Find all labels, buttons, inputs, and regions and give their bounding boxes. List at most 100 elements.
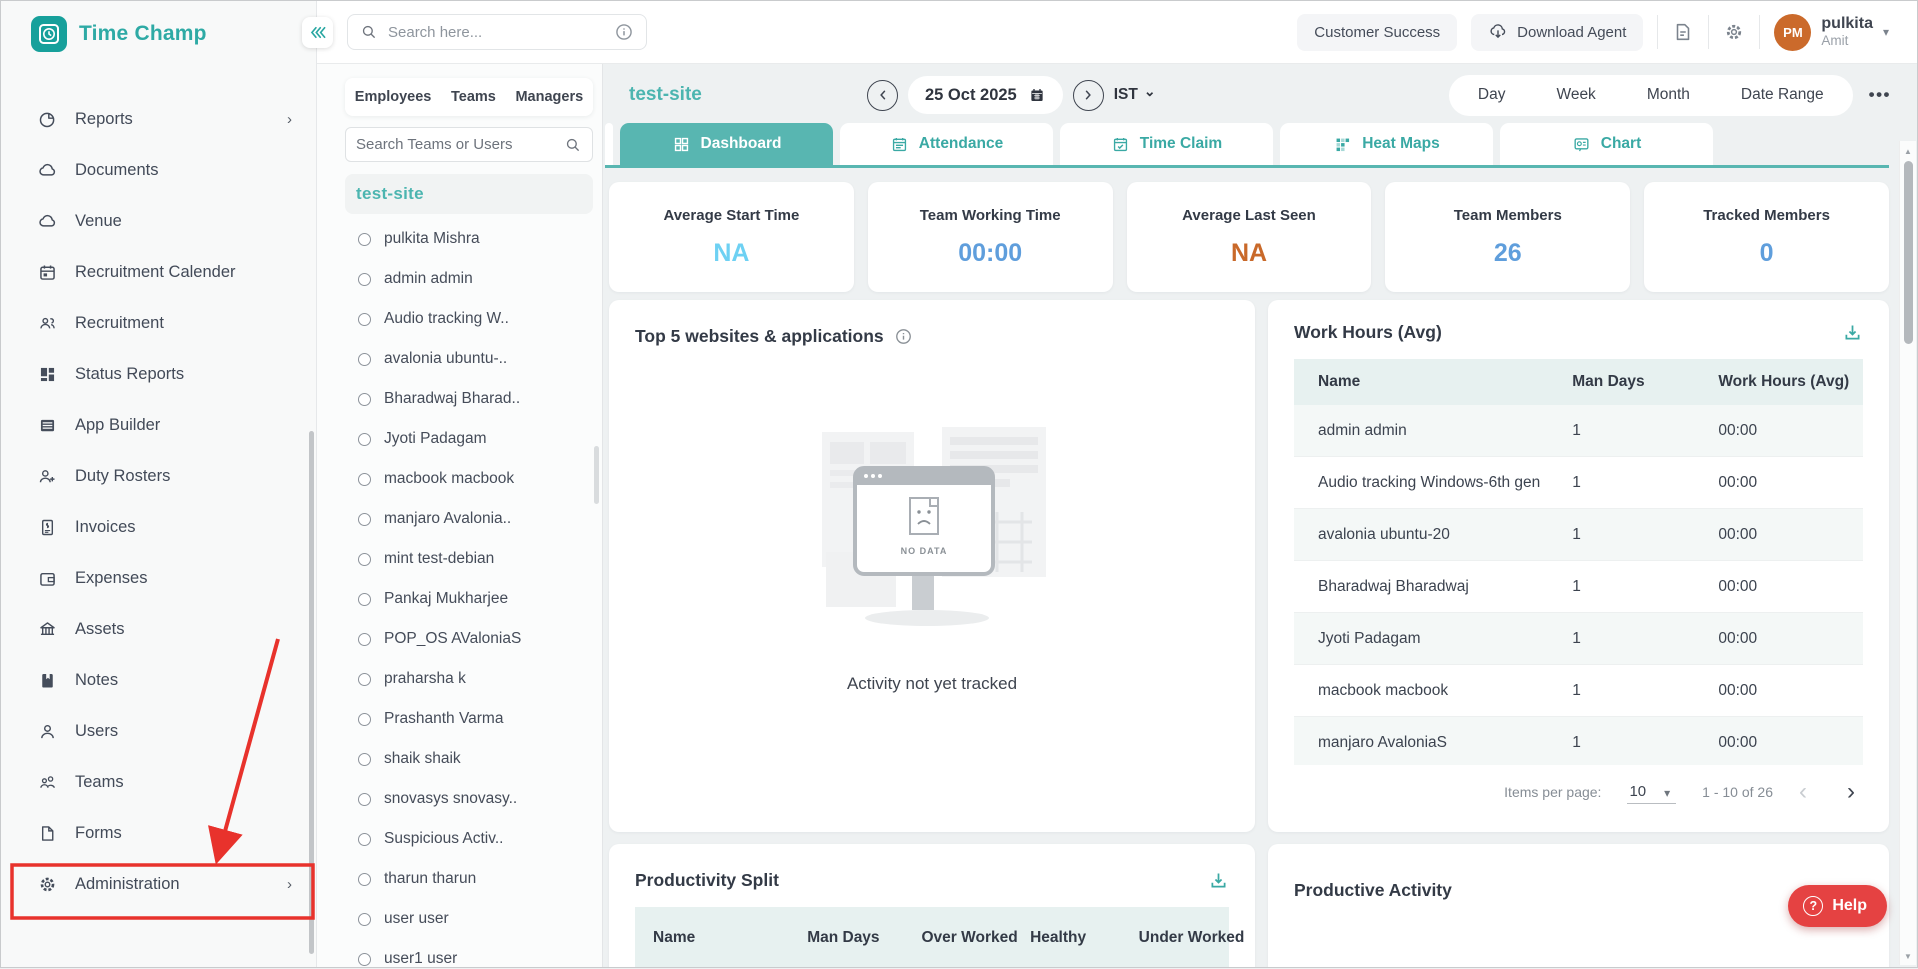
- more-options-button[interactable]: •••: [1869, 85, 1891, 105]
- radio-icon[interactable]: [358, 672, 371, 686]
- table-row[interactable]: avalonia ubuntu-20 1 00:00: [1294, 509, 1863, 561]
- sidebar-item[interactable]: Forms: [1, 808, 316, 859]
- range-tab[interactable]: Week: [1532, 78, 1619, 112]
- search-input[interactable]: [388, 23, 604, 41]
- customer-success-button[interactable]: Customer Success: [1297, 13, 1458, 51]
- table-row[interactable]: Audio tracking Windows-6th gen 1 00:00: [1294, 457, 1863, 509]
- sidebar-item[interactable]: Invoices: [1, 502, 316, 553]
- sidebar-item[interactable]: Recruitment Calender: [1, 247, 316, 298]
- table-row[interactable]: Jyoti Padagam 1 00:00: [1294, 613, 1863, 665]
- next-day-button[interactable]: [1072, 79, 1104, 111]
- employee-list-item[interactable]: Pankaj Mukharjee: [345, 579, 593, 619]
- scrollbar-thumb[interactable]: [1904, 161, 1913, 344]
- radio-icon[interactable]: [358, 352, 371, 366]
- radio-icon[interactable]: [358, 272, 371, 286]
- sidebar-item[interactable]: Documents: [1, 145, 316, 196]
- radio-icon[interactable]: [358, 872, 371, 886]
- employee-list-item[interactable]: Jyoti Padagam: [345, 419, 593, 459]
- table-row[interactable]: macbook macbook 1 00:00: [1294, 665, 1863, 717]
- employee-list-item[interactable]: admin admin: [345, 259, 593, 299]
- radio-icon[interactable]: [358, 432, 371, 446]
- documents-shortcut-button[interactable]: [1672, 21, 1694, 43]
- radio-icon[interactable]: [358, 552, 371, 566]
- items-per-page-select[interactable]: 10: [1627, 781, 1677, 804]
- employee-list-item[interactable]: macbook macbook: [345, 459, 593, 499]
- sidebar-item[interactable]: Assets: [1, 604, 316, 655]
- employee-list-item[interactable]: user user: [345, 899, 593, 939]
- radio-icon[interactable]: [358, 752, 371, 766]
- sidebar-item[interactable]: Expenses: [1, 553, 316, 604]
- previous-day-button[interactable]: [867, 79, 898, 111]
- team-group-header[interactable]: test-site: [345, 174, 593, 214]
- employee-list-item[interactable]: shaik shaik: [345, 739, 593, 779]
- table-row[interactable]: manjaro AvaloniaS 1 00:00: [1294, 717, 1863, 765]
- next-page-button[interactable]: ›: [1847, 780, 1855, 804]
- range-tab[interactable]: Date Range: [1717, 78, 1848, 112]
- sidebar-scrollbar[interactable]: [309, 431, 314, 954]
- view-tab[interactable]: Heat Maps: [1280, 123, 1493, 165]
- radio-icon[interactable]: [358, 912, 371, 926]
- radio-icon[interactable]: [358, 392, 371, 406]
- settings-button[interactable]: [1723, 21, 1745, 43]
- employee-list-item[interactable]: Suspicious Activ..: [345, 819, 593, 859]
- download-agent-button[interactable]: Download Agent: [1471, 13, 1644, 51]
- sidebar-item[interactable]: Reports: [1, 94, 316, 145]
- download-icon[interactable]: [1842, 322, 1863, 343]
- view-tab[interactable]: Chart: [1500, 123, 1713, 165]
- radio-icon[interactable]: [358, 232, 371, 246]
- employee-list-item[interactable]: Prashanth Varma: [345, 699, 593, 739]
- sidebar-item[interactable]: Venue: [1, 196, 316, 247]
- employee-list-item[interactable]: user1 user: [345, 939, 593, 967]
- help-button[interactable]: Help: [1788, 885, 1887, 927]
- employee-list-item[interactable]: pulkita Mishra: [345, 219, 593, 259]
- employee-list-item[interactable]: POP_OS AValoniaS: [345, 619, 593, 659]
- global-search[interactable]: [347, 14, 647, 50]
- radio-icon[interactable]: [358, 952, 371, 966]
- employee-list-item[interactable]: tharun tharun: [345, 859, 593, 899]
- employee-list-item[interactable]: praharsha k: [345, 659, 593, 699]
- panel-tab[interactable]: Employees: [355, 89, 432, 105]
- page-scrollbar[interactable]: [1899, 141, 1916, 965]
- app-logo[interactable]: Time Champ: [1, 1, 316, 52]
- previous-page-button[interactable]: ‹: [1799, 780, 1807, 804]
- panel-tab[interactable]: Managers: [515, 89, 583, 105]
- view-tab[interactable]: Attendance: [840, 123, 1053, 165]
- info-icon[interactable]: [894, 327, 913, 346]
- employee-list-item[interactable]: Bharadwaj Bharad..: [345, 379, 593, 419]
- download-icon[interactable]: [1208, 870, 1229, 891]
- view-tab[interactable]: Time Claim: [1060, 123, 1273, 165]
- radio-icon[interactable]: [358, 632, 371, 646]
- sidebar-item[interactable]: Notes: [1, 655, 316, 706]
- radio-icon[interactable]: [358, 472, 371, 486]
- sidebar-item[interactable]: Recruitment: [1, 298, 316, 349]
- range-tab[interactable]: Month: [1623, 78, 1714, 112]
- user-menu[interactable]: PM pulkita Amit: [1774, 13, 1889, 51]
- employee-list-item[interactable]: snovasys snovasy..: [345, 779, 593, 819]
- table-row[interactable]: Bharadwaj Bharadwaj 1 00:00: [1294, 561, 1863, 613]
- sidebar-item[interactable]: Administration: [1, 859, 316, 910]
- timezone-selector[interactable]: IST: [1114, 86, 1156, 104]
- sidebar-item[interactable]: App Builder: [1, 400, 316, 451]
- sidebar-item[interactable]: Status Reports: [1, 349, 316, 400]
- sidebar-item[interactable]: Teams: [1, 757, 316, 808]
- scroll-up-icon[interactable]: [1900, 147, 1916, 156]
- panel-tab[interactable]: Teams: [451, 89, 496, 105]
- radio-icon[interactable]: [358, 712, 371, 726]
- radio-icon[interactable]: [358, 312, 371, 326]
- table-row[interactable]: admin admin 1 00:00: [1294, 405, 1863, 457]
- view-tab[interactable]: Dashboard: [620, 123, 833, 165]
- sidebar-item[interactable]: Duty Rosters: [1, 451, 316, 502]
- sidebar-item[interactable]: Users: [1, 706, 316, 757]
- range-tab[interactable]: Day: [1454, 78, 1530, 112]
- employee-list-scrollbar[interactable]: [594, 446, 599, 504]
- scroll-down-icon[interactable]: [1900, 952, 1916, 961]
- sidebar-collapse-button[interactable]: [302, 17, 333, 48]
- employee-list-item[interactable]: avalonia ubuntu-..: [345, 339, 593, 379]
- team-user-search[interactable]: [345, 127, 593, 162]
- radio-icon[interactable]: [358, 592, 371, 606]
- employee-list-item[interactable]: Audio tracking W..: [345, 299, 593, 339]
- radio-icon[interactable]: [358, 792, 371, 806]
- radio-icon[interactable]: [358, 832, 371, 846]
- employee-list-item[interactable]: manjaro Avalonia..: [345, 499, 593, 539]
- info-icon[interactable]: [614, 22, 634, 42]
